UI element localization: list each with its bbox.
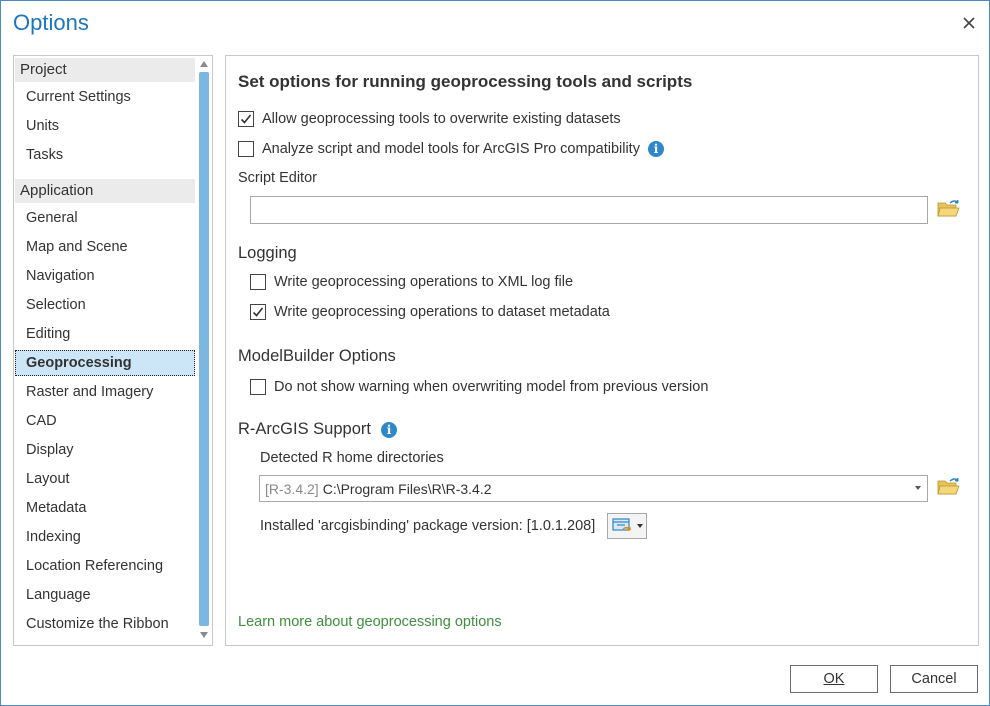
nav-item-language[interactable]: Language — [15, 582, 195, 608]
script-editor-input[interactable] — [250, 196, 928, 224]
browse-script-editor-button[interactable] — [937, 199, 963, 221]
nav-item-display[interactable]: Display — [15, 437, 195, 463]
analyze-option[interactable]: Analyze script and model tools for ArcGI… — [238, 141, 664, 157]
analyze-checkbox[interactable] — [238, 141, 254, 157]
nav-item-tasks[interactable]: Tasks — [15, 142, 195, 168]
cancel-button[interactable]: Cancel — [890, 665, 978, 693]
r-version-tag: [R-3.4.2] — [265, 480, 319, 497]
overwrite-label: Allow geoprocessing tools to overwrite e… — [262, 111, 621, 127]
overwrite-option[interactable]: Allow geoprocessing tools to overwrite e… — [238, 111, 621, 127]
xml-log-label: Write geoprocessing operations to XML lo… — [274, 274, 574, 290]
nav-item-indexing[interactable]: Indexing — [15, 524, 195, 550]
geoprocessing-panel: Set options for running geoprocessing to… — [225, 55, 979, 646]
no-warning-label: Do not show warning when overwriting mod… — [274, 379, 709, 395]
modelbuilder-title: ModelBuilder Options — [238, 347, 396, 365]
chevron-down-icon — [915, 486, 921, 490]
options-window: Options Project Current Settings Units T… — [0, 0, 990, 706]
nav-group-application: Application — [15, 179, 195, 203]
scroll-thumb[interactable] — [199, 72, 209, 626]
checkmark-icon — [240, 114, 252, 124]
package-update-icon — [612, 518, 631, 531]
browse-r-home-button[interactable] — [937, 477, 963, 499]
close-icon — [963, 17, 975, 29]
window-title: Options — [13, 10, 89, 35]
panel-heading: Set options for running geoprocessing to… — [238, 72, 693, 91]
nav-item-raster-and-imagery[interactable]: Raster and Imagery — [15, 379, 195, 405]
info-icon[interactable]: i — [647, 141, 664, 157]
checkmark-icon — [252, 307, 264, 317]
package-version-label: Installed 'arcgisbinding' package versio… — [260, 518, 596, 534]
info-icon[interactable]: i — [380, 421, 397, 438]
script-editor-label: Script Editor — [238, 170, 317, 186]
nav-item-general[interactable]: General — [15, 205, 195, 231]
learn-more-link[interactable]: Learn more about geoprocessing options — [238, 614, 502, 630]
nav-item-location-referencing[interactable]: Location Referencing — [15, 553, 195, 579]
nav-group-project: Project — [15, 58, 195, 82]
metadata-option[interactable]: Write geoprocessing operations to datase… — [250, 304, 610, 320]
r-arcgis-title-row: R-ArcGIS Support i — [238, 420, 397, 439]
nav-item-editing[interactable]: Editing — [15, 321, 195, 347]
folder-open-icon — [937, 199, 960, 217]
xml-log-checkbox[interactable] — [250, 274, 266, 290]
chevron-down-icon — [637, 524, 643, 528]
nav-item-units[interactable]: Units — [15, 113, 195, 139]
metadata-checkbox[interactable] — [250, 304, 266, 320]
nav-item-cad[interactable]: CAD — [15, 408, 195, 434]
nav-item-metadata[interactable]: Metadata — [15, 495, 195, 521]
scroll-up-button[interactable] — [197, 56, 211, 72]
close-button[interactable] — [956, 10, 982, 36]
r-home-dropdown[interactable]: [R-3.4.2] C:\Program Files\R\R-3.4.2 — [259, 475, 928, 502]
xml-log-option[interactable]: Write geoprocessing operations to XML lo… — [250, 274, 573, 290]
r-arcgis-title: R-ArcGIS Support — [238, 420, 371, 438]
analyze-label: Analyze script and model tools for ArcGI… — [262, 141, 640, 157]
options-sidebar: Project Current Settings Units Tasks App… — [13, 55, 213, 646]
scroll-down-button[interactable] — [197, 627, 211, 643]
no-warning-option[interactable]: Do not show warning when overwriting mod… — [250, 379, 708, 395]
r-home-path: C:\Program Files\R\R-3.4.2 — [322, 480, 492, 497]
folder-open-icon — [937, 477, 960, 495]
logging-title: Logging — [238, 244, 297, 262]
package-update-button[interactable] — [607, 513, 647, 539]
nav-item-customize-the-ribbon[interactable]: Customize the Ribbon — [15, 611, 195, 637]
ok-button[interactable]: OK — [790, 665, 878, 693]
nav-item-navigation[interactable]: Navigation — [15, 263, 195, 289]
cancel-button-label: Cancel — [911, 671, 957, 687]
overwrite-checkbox[interactable] — [238, 111, 254, 127]
nav-item-layout[interactable]: Layout — [15, 466, 195, 492]
nav-item-current-settings[interactable]: Current Settings — [15, 84, 195, 110]
scroll-up-arrow-icon — [200, 61, 208, 67]
nav-item-geoprocessing[interactable]: Geoprocessing — [15, 350, 195, 376]
no-warning-checkbox[interactable] — [250, 379, 266, 395]
nav-item-map-and-scene[interactable]: Map and Scene — [15, 234, 195, 260]
metadata-label: Write geoprocessing operations to datase… — [274, 304, 610, 320]
ok-button-label: OK — [823, 671, 845, 687]
scroll-down-arrow-icon — [200, 632, 208, 638]
detected-r-label: Detected R home directories — [260, 450, 444, 466]
title-bar: Options — [1, 1, 989, 45]
nav-item-selection[interactable]: Selection — [15, 292, 195, 318]
